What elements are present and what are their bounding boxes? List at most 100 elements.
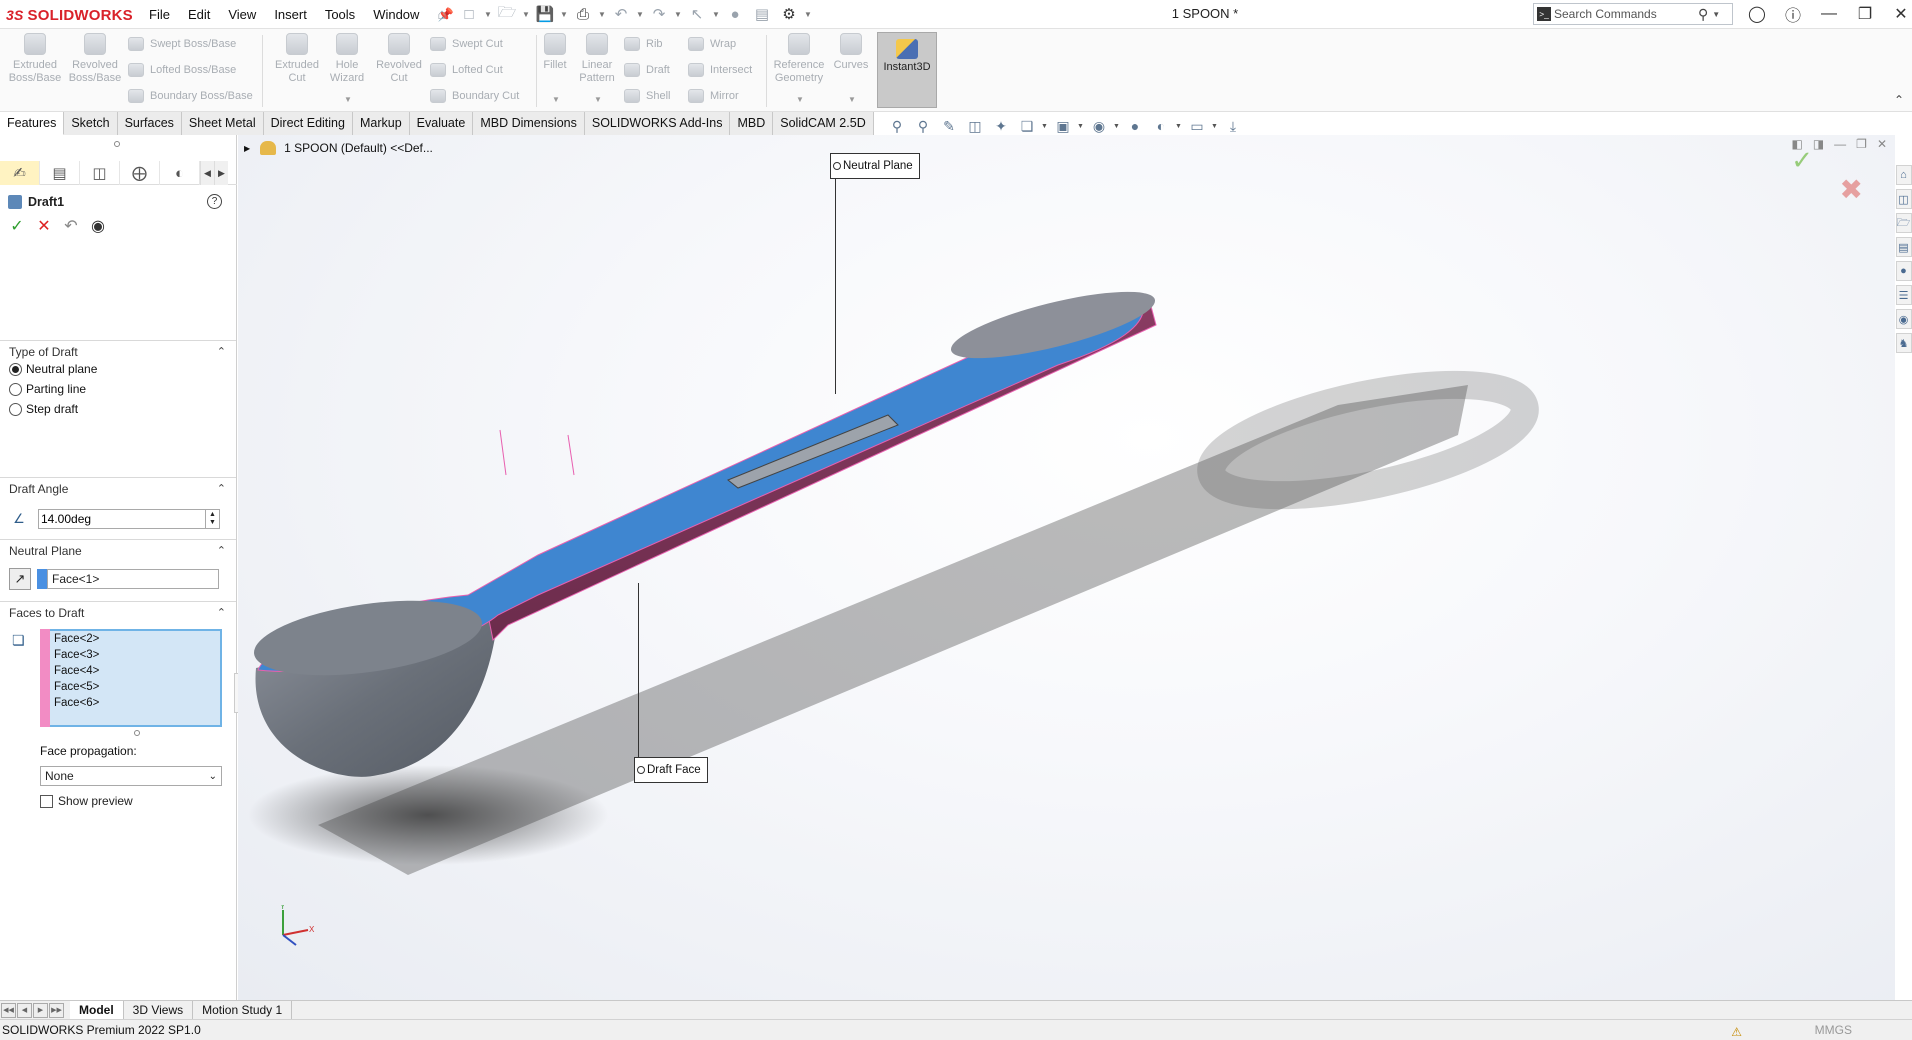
chevron-down-icon[interactable]: ▼ — [594, 95, 602, 104]
3dexperience-icon[interactable]: ◉ — [1895, 309, 1912, 329]
tab-motion-study[interactable]: Motion Study 1 — [193, 1001, 293, 1019]
chevron-down-icon[interactable]: ▼ — [848, 95, 856, 104]
list-item[interactable]: Face<4> — [54, 663, 220, 679]
instant3d-button[interactable]: Instant3D — [877, 32, 937, 108]
revolved-boss-button[interactable]: Revolved Boss/Base — [66, 33, 124, 85]
rebuild-status-icon[interactable]: ⚠ — [1731, 1022, 1742, 1040]
first-tab-icon[interactable]: ◀◀ — [1, 1002, 16, 1018]
dynamic-annotation-icon[interactable]: ✦ — [989, 116, 1013, 136]
dimxpert-manager-tab-icon[interactable]: ⨁ — [120, 161, 160, 185]
tab-evaluate[interactable]: Evaluate — [409, 112, 474, 135]
chevron-down-icon[interactable]: ▼ — [1712, 10, 1720, 19]
list-item[interactable]: Face<6> — [54, 695, 220, 711]
options-gear-icon[interactable]: ⚙ — [777, 4, 801, 24]
chevron-down-icon[interactable]: ▼ — [796, 95, 804, 104]
chevron-down-icon[interactable]: ▼ — [484, 10, 492, 19]
view-orientation-icon[interactable]: ❏ — [1015, 116, 1039, 136]
faces-to-draft-list[interactable]: Face<2> Face<3> Face<4> Face<5> Face<6> — [40, 629, 222, 727]
tab-sheet-metal[interactable]: Sheet Metal — [181, 112, 264, 135]
radio-neutral-plane[interactable]: Neutral plane — [9, 360, 97, 378]
tab-mbd[interactable]: MBD — [730, 112, 774, 135]
chevron-down-icon[interactable]: ▼ — [1175, 123, 1183, 130]
swept-cut-button[interactable]: Swept Cut — [430, 35, 503, 53]
chevron-down-icon[interactable]: ▼ — [1211, 123, 1219, 130]
graphics-area[interactable]: ▶ 1 SPOON (Default) <<Def... Neutral Pla… — [238, 135, 1895, 1000]
list-item[interactable]: Face<5> — [54, 679, 220, 695]
detailed-preview-eye-icon[interactable]: ◉ — [89, 217, 107, 235]
faces-to-draft-section[interactable]: Faces to Draft ⌃ — [0, 601, 236, 623]
chevron-up-icon[interactable]: ⌃ — [217, 482, 226, 495]
intersect-button[interactable]: Intersect — [688, 61, 752, 79]
tab-features[interactable]: Features — [0, 112, 65, 135]
zoom-to-area-icon[interactable]: ⚲ — [911, 116, 935, 136]
boundary-cut-button[interactable]: Boundary Cut — [430, 87, 519, 105]
menu-view[interactable]: View — [219, 6, 265, 24]
close-button[interactable]: ✕ — [1884, 2, 1912, 26]
feature-manager-tab-icon[interactable]: ✍ — [0, 161, 40, 185]
next-tab-icon[interactable]: ▶ — [33, 1002, 48, 1018]
configuration-manager-tab-icon[interactable]: ◫ — [80, 161, 120, 185]
file-properties-icon[interactable]: ▤ — [750, 4, 774, 24]
revolved-cut-button[interactable]: Revolved Cut — [370, 33, 428, 85]
zoom-to-fit-icon[interactable]: ⚲ — [885, 116, 909, 136]
chevron-down-icon[interactable]: ▼ — [552, 95, 560, 104]
rebuild-icon[interactable]: ● — [723, 4, 747, 24]
undo-icon[interactable]: ↶ — [609, 4, 633, 24]
wrap-button[interactable]: Wrap — [688, 35, 736, 53]
print-icon[interactable]: ⎙ — [571, 4, 595, 24]
chevron-down-icon[interactable]: ▼ — [1077, 123, 1085, 130]
chevron-down-icon[interactable]: ▼ — [522, 10, 530, 19]
open-folder-icon[interactable]: 🗁 — [495, 4, 519, 24]
search-input[interactable] — [1554, 5, 1694, 23]
radio-button[interactable] — [9, 402, 22, 416]
draft-button[interactable]: Draft — [624, 61, 670, 79]
file-explorer-icon[interactable]: 🗁 — [1895, 213, 1912, 233]
unit-system[interactable]: MMGS — [1815, 1020, 1852, 1040]
user-account-icon[interactable]: ◯ — [1740, 2, 1774, 26]
menu-window[interactable]: Window — [364, 6, 428, 24]
save-icon[interactable]: 💾 — [533, 4, 557, 24]
tab-solidcam[interactable]: SolidCAM 2.5D — [773, 112, 874, 135]
chevron-up-icon[interactable]: ⌃ — [217, 606, 226, 619]
property-manager-tab-icon[interactable]: ▤ — [40, 161, 80, 185]
tab-direct-editing[interactable]: Direct Editing — [263, 112, 353, 135]
reverse-direction-icon[interactable]: ↗ — [9, 568, 31, 590]
radio-parting-line[interactable]: Parting line — [9, 380, 86, 398]
help-icon[interactable]: ? — [207, 194, 222, 209]
minimize-button[interactable]: — — [1812, 2, 1846, 26]
swept-boss-button[interactable]: Swept Boss/Base — [128, 35, 236, 53]
chevron-down-icon[interactable]: ▼ — [636, 10, 644, 19]
neutral-plane-callout[interactable]: Neutral Plane — [830, 153, 920, 179]
home-icon[interactable]: ⌂ — [430, 4, 454, 24]
tile-left-icon[interactable]: ◧ — [1791, 137, 1802, 151]
chevron-down-icon[interactable]: ▼ — [804, 10, 812, 19]
chevron-down-icon[interactable]: ▼ — [674, 10, 682, 19]
cancel-x-icon[interactable]: ✕ — [35, 217, 53, 235]
type-of-draft-section[interactable]: Type of Draft ⌃ — [0, 340, 236, 362]
curves-button[interactable]: Curves — [822, 33, 880, 72]
tab-sketch[interactable]: Sketch — [64, 112, 118, 135]
lofted-cut-button[interactable]: Lofted Cut — [430, 61, 503, 79]
select-arrow-icon[interactable]: ↖ — [685, 4, 709, 24]
tab-3d-views[interactable]: 3D Views — [124, 1001, 194, 1019]
edit-appearance-icon[interactable]: ● — [1123, 116, 1147, 136]
tab-solidworks-add-ins[interactable]: SOLIDWORKS Add-Ins — [584, 112, 731, 135]
search-icon[interactable]: ⚲ — [1698, 6, 1708, 23]
chevron-down-icon[interactable]: ⌄ — [209, 768, 217, 786]
search-commands-box[interactable]: >_ ⚲ ▼ — [1533, 3, 1733, 25]
ok-check-icon[interactable]: ✓ — [8, 217, 26, 235]
redo-icon[interactable]: ↷ — [647, 4, 671, 24]
close-view-icon[interactable]: ✕ — [1877, 137, 1887, 151]
chevron-down-icon[interactable]: ▼ — [712, 10, 720, 19]
undo-icon[interactable]: ↶ — [62, 217, 80, 235]
solidworks-resources-icon[interactable]: ⌂ — [1895, 165, 1912, 185]
tab-mbd-dimensions[interactable]: MBD Dimensions — [473, 112, 585, 135]
collapse-ribbon-icon[interactable]: ⌃ — [1894, 93, 1904, 107]
display-style-icon[interactable]: ▣ — [1051, 116, 1075, 136]
menu-file[interactable]: File — [140, 6, 179, 24]
chevron-down-icon[interactable]: ▼ — [344, 95, 352, 104]
scroll-right-icon[interactable]: ▶ — [214, 161, 228, 185]
radio-step-draft[interactable]: Step draft — [9, 400, 78, 418]
chevron-down-icon[interactable]: ▼ — [1113, 123, 1121, 130]
checkbox[interactable] — [40, 794, 53, 808]
